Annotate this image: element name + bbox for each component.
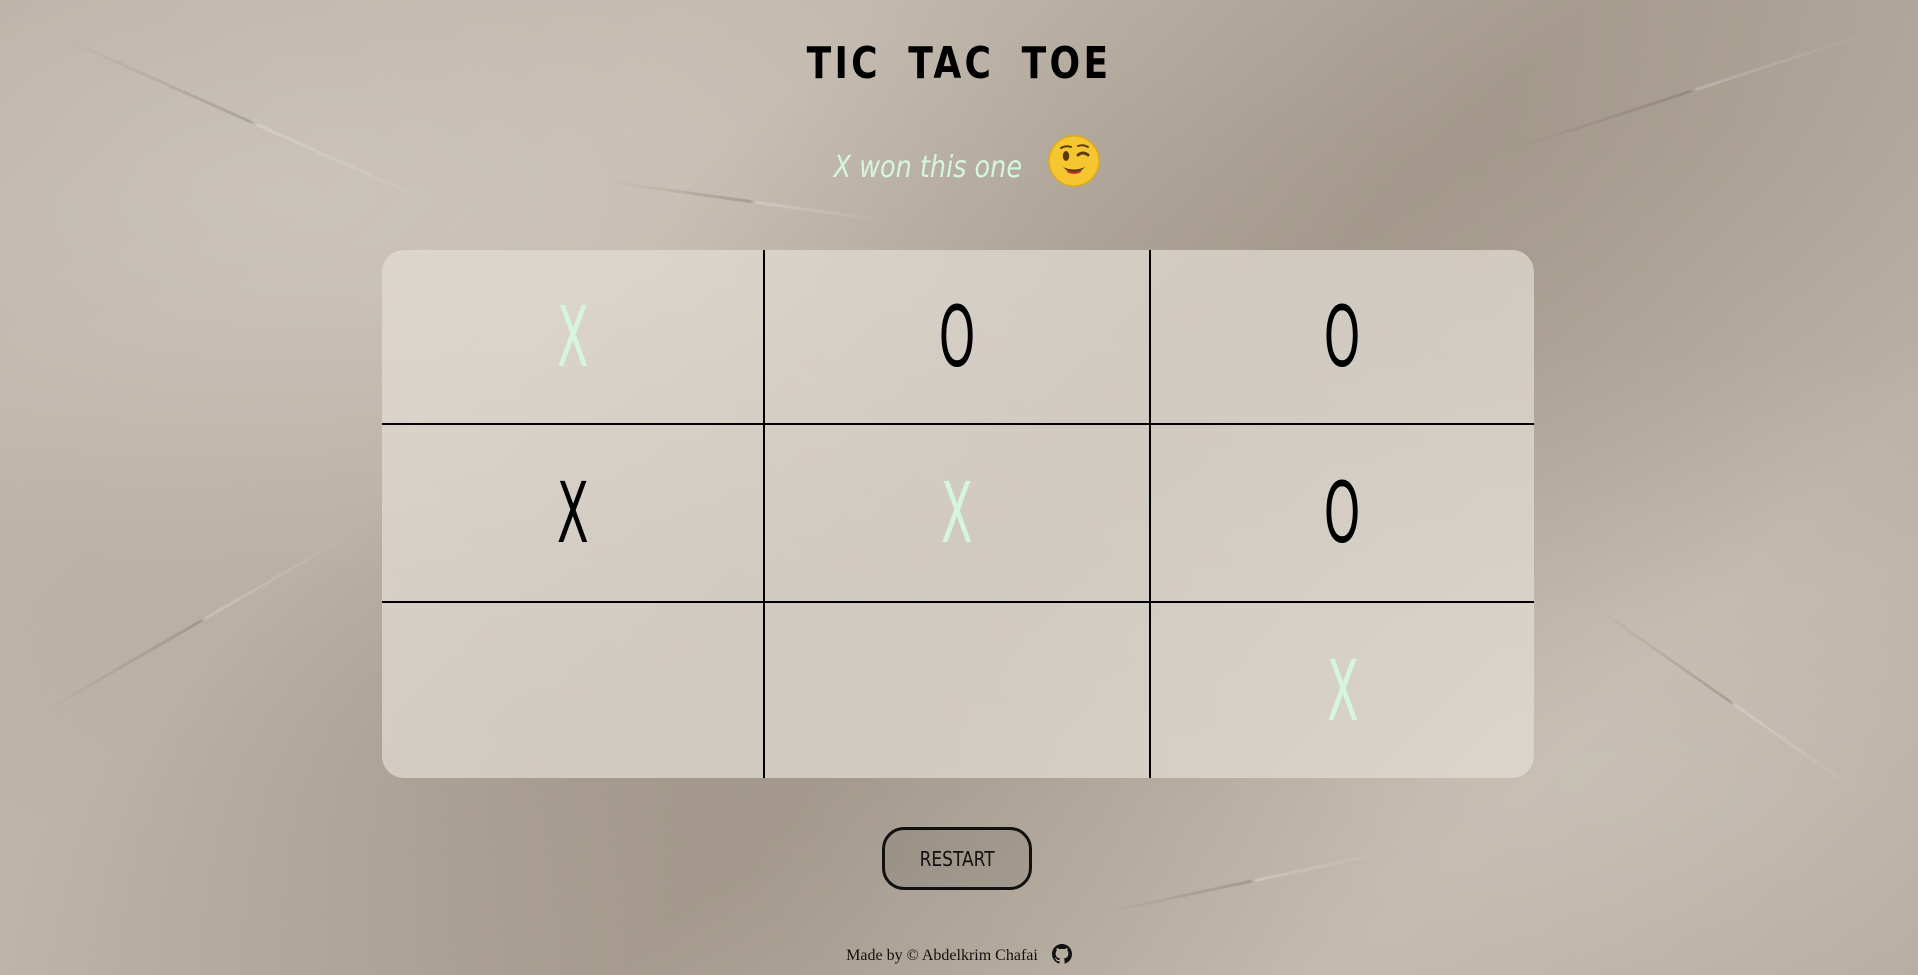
board-cell[interactable]: X	[1151, 603, 1534, 778]
board-cell[interactable]: X	[765, 425, 1151, 603]
board-cell[interactable]: O	[1151, 250, 1534, 425]
paper-crease	[1102, 848, 1398, 915]
cell-mark: X	[556, 464, 589, 562]
page-title: TIC TAC TOE	[806, 38, 1112, 89]
footer-credit: Made by © Abdelkrim Chafai	[846, 947, 1038, 964]
board-cell[interactable]: X	[382, 425, 765, 603]
board-cell[interactable]	[382, 603, 765, 778]
cell-mark: X	[556, 287, 589, 386]
cell-mark: X	[1326, 641, 1359, 740]
board-cell[interactable]: O	[765, 250, 1151, 425]
status-text: X won this one	[833, 149, 1022, 185]
cell-mark: X	[941, 464, 973, 562]
winking-face-emoji	[1048, 135, 1101, 187]
board-cell[interactable]: O	[1151, 425, 1534, 603]
game-board: X O O X X O X	[382, 250, 1534, 778]
cell-mark: O	[1324, 464, 1361, 562]
footer: Made by © Abdelkrim Chafai	[0, 944, 1918, 965]
board-cell[interactable]: X	[382, 250, 765, 425]
cell-mark: O	[938, 287, 976, 386]
paper-crease	[1589, 602, 1871, 801]
github-icon[interactable]	[1051, 944, 1072, 964]
paper-crease	[43, 530, 357, 713]
game-status: X won this one	[0, 135, 1918, 200]
cell-mark: O	[1324, 287, 1361, 386]
restart-label: RESTART	[919, 846, 995, 871]
board-cell[interactable]	[765, 603, 1151, 778]
restart-button[interactable]: RESTART	[882, 827, 1032, 890]
